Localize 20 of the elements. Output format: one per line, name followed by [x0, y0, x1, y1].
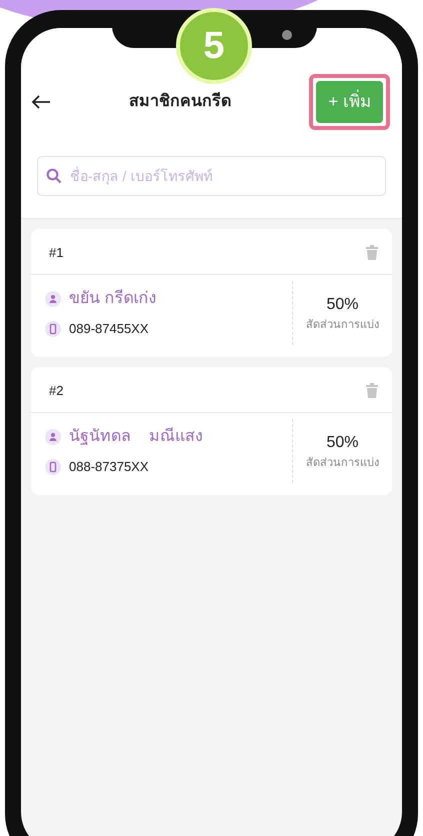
phone-icon — [45, 458, 61, 475]
search-field[interactable]: ชื่อ-สกุล / เบอร์โทรศัพท์ — [37, 156, 386, 196]
share-percent: 50% — [326, 432, 359, 452]
member-name: ขยัน กรีดเก่ง — [69, 288, 156, 309]
trash-icon[interactable] — [366, 244, 378, 260]
share-label: สัดส่วนการแบ่ง — [306, 318, 379, 332]
phone-icon — [45, 320, 61, 337]
back-arrow-icon[interactable] — [31, 94, 51, 110]
member-number: #1 — [49, 244, 64, 262]
page-title: สมาชิกคนกรีด — [128, 91, 232, 112]
member-number: #2 — [49, 382, 64, 400]
trash-icon[interactable] — [366, 382, 378, 398]
add-button[interactable]: + เพิ่ม — [316, 81, 383, 122]
share-label: สัดส่วนการแบ่ง — [306, 456, 379, 470]
share-percent: 50% — [326, 294, 359, 314]
phone-number: 088-87375XX — [69, 458, 149, 476]
phone-number: 089-87455XX — [69, 320, 149, 338]
person-icon — [45, 429, 61, 445]
person-icon — [45, 291, 61, 307]
member-name: นัฐนัทดล มณีแสง — [69, 426, 203, 447]
